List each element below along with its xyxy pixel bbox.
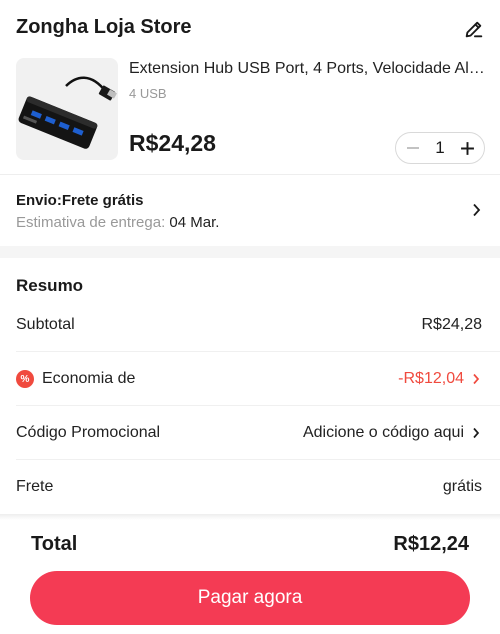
shipping-row[interactable]: Envio:Frete grátis Estimativa de entrega… (0, 175, 500, 245)
decrease-quantity-button[interactable] (404, 139, 422, 157)
total-value: R$12,24 (393, 533, 469, 555)
summary-title: Resumo (16, 276, 84, 295)
promo-code-row[interactable]: Código Promocional Adicione o código aqu… (0, 406, 500, 460)
pencil-icon (465, 21, 483, 38)
product-price: R$24,28 (129, 130, 216, 156)
quantity-stepper: 1 (395, 132, 485, 164)
subtotal-value: R$24,28 (421, 316, 483, 333)
discount-row[interactable]: % Economia de -R$12,04 (0, 352, 500, 406)
delivery-estimate-date: 04 Mar. (169, 214, 220, 231)
plus-icon (460, 141, 474, 155)
promo-code-label: Código Promocional (16, 424, 161, 441)
pay-now-button[interactable]: Pagar agora (30, 571, 470, 625)
shipping-cost-label: Frete (16, 478, 54, 495)
subtotal-label: Subtotal (16, 316, 75, 333)
chevron-right-icon (470, 372, 482, 386)
delivery-estimate: Estimativa de entrega: 04 Mar. (16, 214, 219, 231)
shipping-cost-value: grátis (442, 478, 482, 495)
delivery-estimate-label: Estimativa de entrega: (16, 214, 166, 231)
chevron-right-icon (470, 426, 482, 440)
minus-icon (407, 147, 419, 149)
cart-item: Extension Hub USB Port, 4 Ports, Velocid… (0, 56, 500, 174)
edit-button[interactable] (461, 16, 487, 42)
promo-code-value: Adicione o código aqui (302, 424, 464, 441)
store-header: Zongha Loja Store (0, 0, 500, 56)
discount-badge-icon: % (16, 370, 34, 388)
subtotal-row: Subtotal R$24,28 (0, 298, 500, 352)
footer-separator (0, 514, 500, 520)
discount-label-group: % Economia de (16, 370, 135, 388)
store-name: Zongha Loja Store (16, 16, 192, 38)
increase-quantity-button[interactable] (458, 139, 476, 157)
discount-value: -R$12,04 (398, 370, 464, 387)
shipping-title: Envio:Frete grátis (16, 192, 144, 209)
section-gap (0, 246, 500, 258)
total-label: Total (31, 533, 78, 555)
discount-label: Economia de (42, 370, 136, 387)
quantity-value[interactable]: 1 (435, 138, 444, 158)
chevron-right-icon (470, 203, 482, 217)
product-title[interactable]: Extension Hub USB Port, 4 Ports, Velocid… (129, 60, 487, 78)
product-image[interactable] (16, 58, 118, 160)
product-variant[interactable]: 4 USB (129, 86, 167, 101)
shipping-cost-row: Frete grátis (0, 460, 500, 514)
